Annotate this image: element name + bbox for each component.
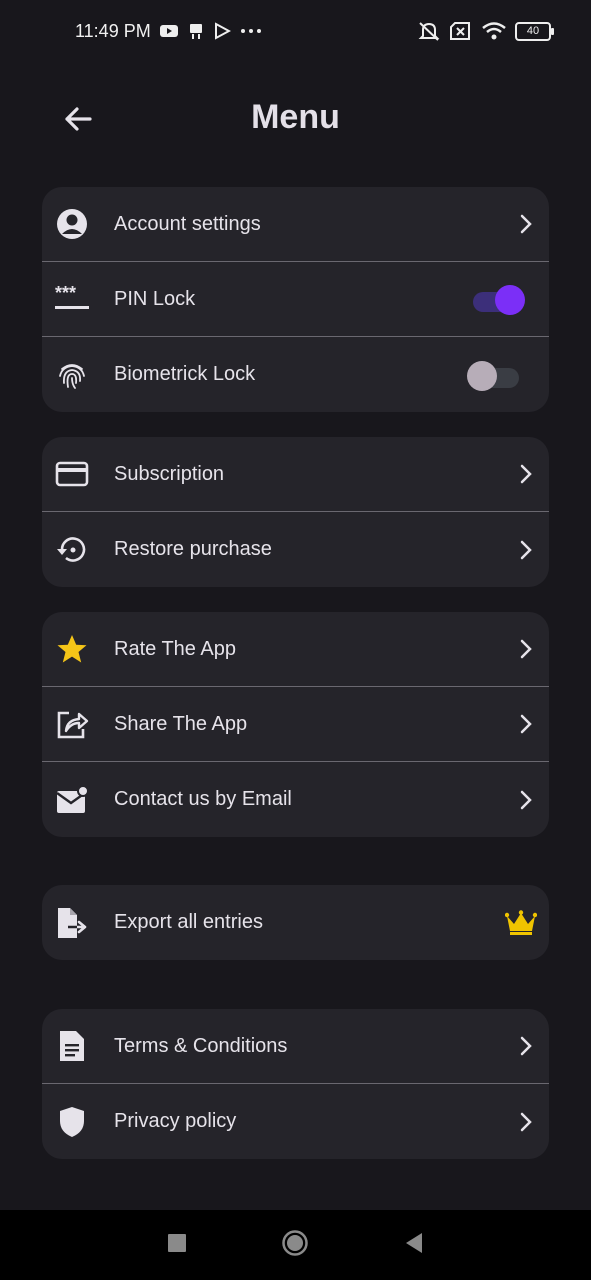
menu-item-label: Privacy policy xyxy=(114,1110,237,1132)
credit-card-icon xyxy=(50,452,94,496)
settings-section-feedback: Rate The App Share The App Contact us by… xyxy=(42,612,549,837)
email-icon xyxy=(50,778,94,822)
menu-item-account-settings[interactable]: Account settings xyxy=(42,187,549,262)
chevron-right-icon xyxy=(519,639,533,659)
menu-item-label: Account settings xyxy=(114,212,261,235)
page-title: Menu xyxy=(251,98,340,136)
chevron-right-icon xyxy=(519,214,533,234)
chevron-right-icon xyxy=(519,790,533,810)
status-bar: 11:49 PM 40 xyxy=(0,0,591,62)
chevron-right-icon xyxy=(519,464,533,484)
toggle-knob xyxy=(495,285,525,315)
export-file-icon xyxy=(50,901,94,945)
app-header: Menu xyxy=(0,80,591,156)
shield-icon xyxy=(50,1100,94,1144)
toggle-knob xyxy=(467,360,497,391)
wifi-icon xyxy=(481,21,507,41)
menu-item-privacy[interactable]: Privacy policy xyxy=(42,1084,549,1159)
document-icon xyxy=(50,1024,94,1068)
svg-text:***: *** xyxy=(55,285,76,303)
status-left: 11:49 PM xyxy=(75,21,263,42)
menu-item-label: Subscription xyxy=(114,462,225,485)
more-icon xyxy=(239,27,263,35)
settings-section-export: Export all entries xyxy=(42,885,549,960)
home-button[interactable] xyxy=(281,1229,309,1262)
menu-item-terms[interactable]: Terms & Conditions xyxy=(42,1009,549,1084)
crown-icon xyxy=(504,909,538,936)
app-notification-icon xyxy=(187,22,205,40)
chevron-right-icon xyxy=(519,1112,533,1132)
menu-item-label: Share The App xyxy=(114,712,248,735)
menu-item-restore-purchase[interactable]: Restore purchase xyxy=(42,512,549,587)
status-time: 11:49 PM xyxy=(75,20,151,41)
status-right: 40 xyxy=(417,20,554,42)
biometric-lock-toggle[interactable] xyxy=(467,360,523,391)
menu-item-label: Export all entries xyxy=(114,911,263,933)
play-store-icon xyxy=(213,22,231,40)
system-nav-bar xyxy=(0,1210,591,1280)
menu-item-rate-app[interactable]: Rate The App xyxy=(42,612,549,687)
menu-item-contact-email[interactable]: Contact us by Email xyxy=(42,762,549,837)
chevron-right-icon xyxy=(519,1036,533,1056)
menu-item-subscription[interactable]: Subscription xyxy=(42,437,549,512)
battery-icon: 40 xyxy=(515,21,554,41)
star-icon xyxy=(50,627,94,671)
menu-item-label: Restore purchase xyxy=(114,538,272,560)
sim-off-icon xyxy=(449,21,473,41)
menu-item-share-app[interactable]: Share The App xyxy=(42,687,549,762)
settings-section-purchase: Subscription Restore purchase xyxy=(42,437,549,587)
back-nav-button[interactable] xyxy=(404,1232,424,1259)
menu-item-label: Terms & Conditions xyxy=(114,1034,288,1057)
restore-icon xyxy=(50,528,94,572)
settings-section-legal: Terms & Conditions Privacy policy xyxy=(42,1009,549,1159)
chevron-right-icon xyxy=(519,540,533,560)
menu-item-label: Rate The App xyxy=(114,637,236,660)
share-icon xyxy=(50,702,94,746)
menu-item-label: Contact us by Email xyxy=(114,788,292,810)
menu-item-export-entries[interactable]: Export all entries xyxy=(42,885,549,960)
account-circle-icon xyxy=(50,202,94,246)
recents-button[interactable] xyxy=(167,1233,187,1258)
circle-icon xyxy=(282,1229,309,1256)
triangle-back-icon xyxy=(405,1232,422,1253)
password-icon: *** xyxy=(50,277,94,321)
menu-item-biometric-lock: Biometrick Lock xyxy=(42,337,549,412)
menu-item-pin-lock: *** PIN Lock xyxy=(42,262,549,337)
chevron-right-icon xyxy=(519,714,533,734)
youtube-icon xyxy=(159,23,179,39)
silent-icon xyxy=(417,20,441,42)
settings-section-security: Account settings *** PIN Lock Biometrick… xyxy=(42,187,549,412)
square-icon xyxy=(168,1233,187,1252)
fingerprint-icon xyxy=(50,353,94,397)
pin-lock-toggle[interactable] xyxy=(469,285,525,315)
